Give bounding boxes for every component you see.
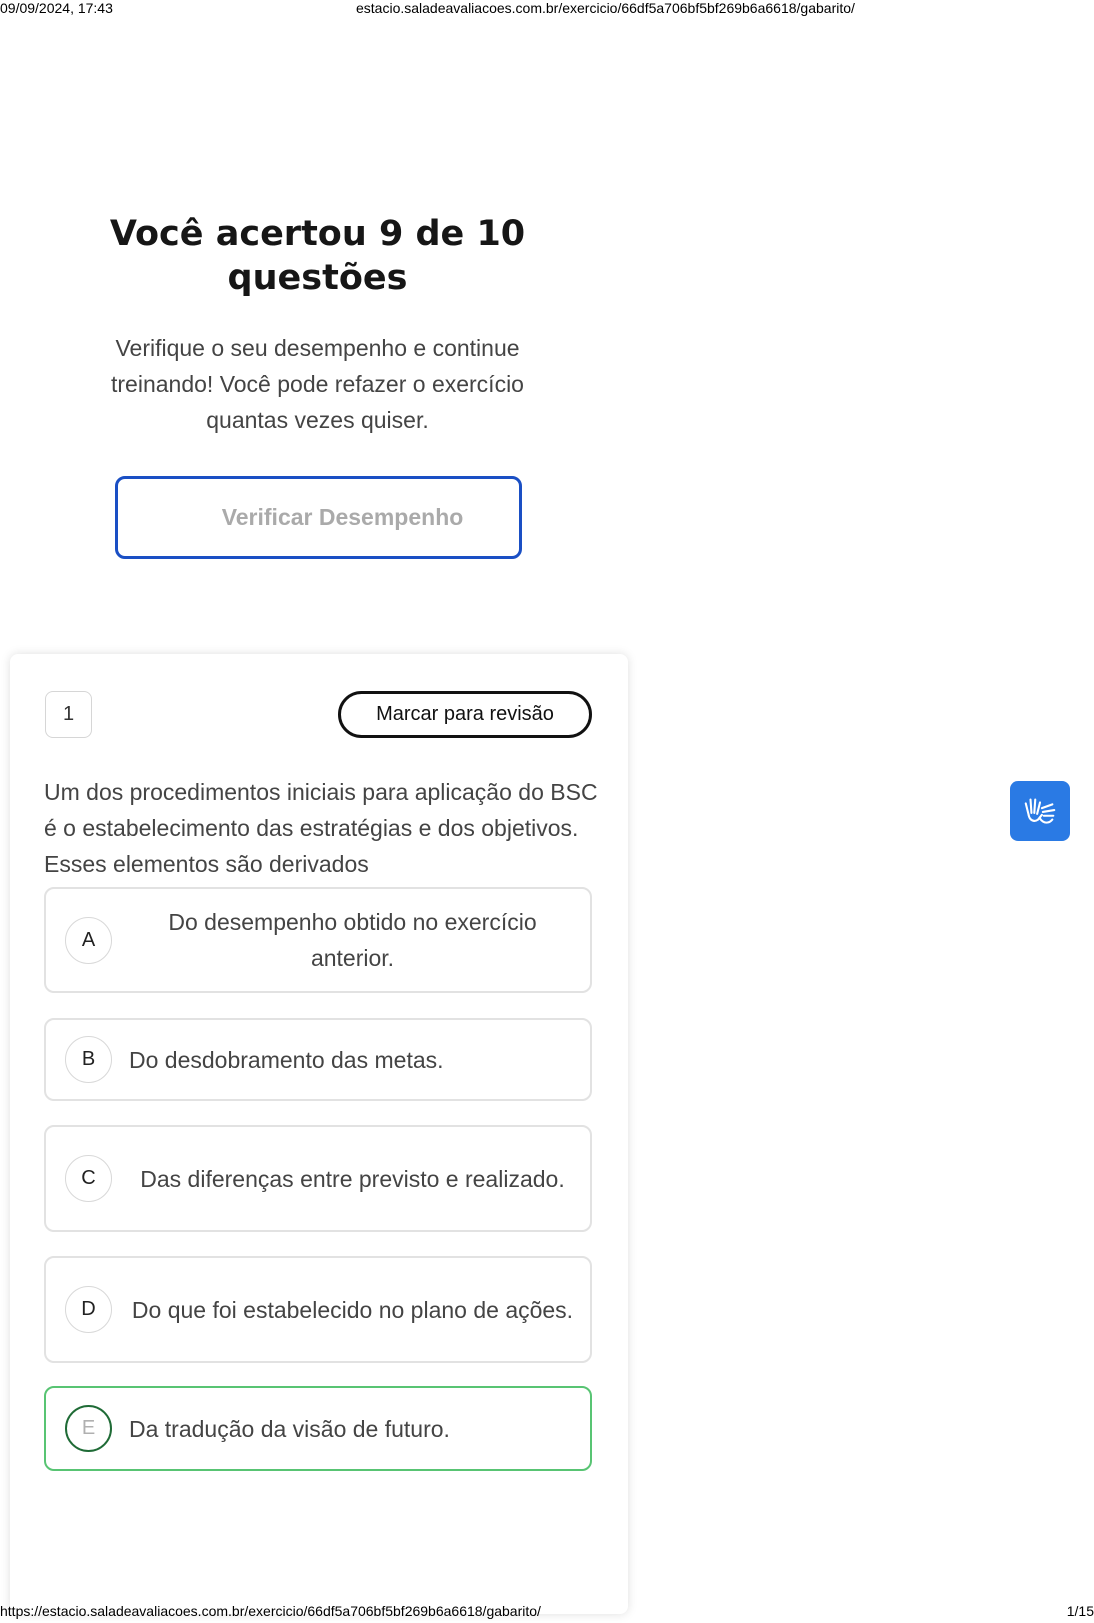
result-subtitle: Verifique o seu desempenho e continue tr… [111, 335, 524, 433]
option-letter: E [65, 1405, 112, 1452]
option-text: Do desdobramento das metas. [129, 1046, 444, 1073]
print-header: 09/09/2024, 17:43 estacio.saladeavaliaco… [0, 0, 1094, 18]
print-footer: https://estacio.saladeavaliacoes.com.br/… [0, 1603, 1094, 1623]
option-letter: D [65, 1286, 112, 1333]
print-datetime: 09/09/2024, 17:43 [0, 0, 113, 16]
option-text: Da tradução da visão de futuro. [129, 1415, 450, 1442]
option-text: Do desempenho obtido no exercício anteri… [168, 909, 537, 971]
mark-for-review-button[interactable]: Marcar para revisão [338, 691, 592, 738]
option-d[interactable]: D Do que foi estabelecido no plano de aç… [44, 1256, 592, 1363]
option-text: Das diferenças entre previsto e realizad… [140, 1165, 565, 1192]
verify-performance-label: Verificar Desempenho [221, 504, 464, 530]
question-card: 1 Marcar para revisão Um dos procediment… [10, 654, 628, 1614]
print-url: estacio.saladeavaliacoes.com.br/exercici… [356, 0, 855, 16]
option-a[interactable]: A Do desempenho obtido no exercício ante… [44, 887, 592, 993]
question-number: 1 [45, 691, 92, 738]
option-letter: C [65, 1155, 112, 1202]
result-title: Você acertou 9 de 10 questões [109, 214, 526, 298]
question-text: Um dos procedimentos iniciais para aplic… [44, 779, 598, 877]
option-letter: B [65, 1036, 112, 1083]
accessibility-button[interactable] [1010, 781, 1070, 841]
option-letter: A [65, 916, 112, 964]
footer-url: https://estacio.saladeavaliacoes.com.br/… [0, 1603, 541, 1619]
page-indicator: 1/15 [1066, 1603, 1094, 1619]
option-b[interactable]: B Do desdobramento das metas. [44, 1018, 592, 1101]
verify-performance-button[interactable]: Verificar Desempenho [115, 476, 522, 559]
sign-language-icon [1024, 798, 1056, 824]
option-e-correct[interactable]: E Da tradução da visão de futuro. [44, 1386, 592, 1471]
option-text: Do que foi estabelecido no plano de açõe… [131, 1296, 574, 1323]
option-c[interactable]: C Das diferenças entre previsto e realiz… [44, 1125, 592, 1232]
